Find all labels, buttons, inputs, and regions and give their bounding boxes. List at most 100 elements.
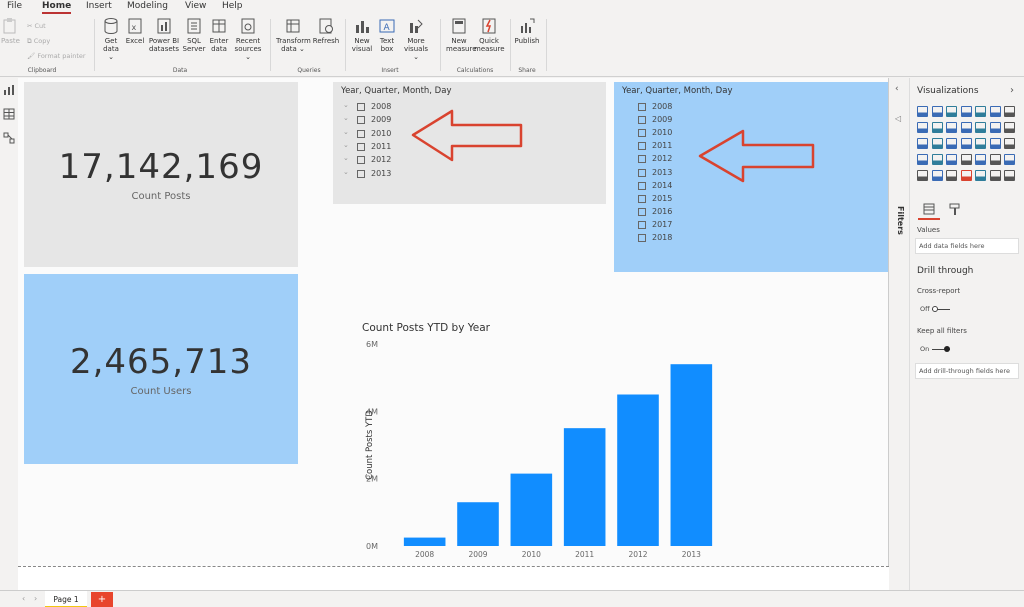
copy-button[interactable]: ⧉ Copy bbox=[27, 37, 50, 46]
recent-sources-button[interactable]: Recent sources ⌄ bbox=[233, 17, 263, 61]
checkbox[interactable] bbox=[357, 156, 365, 165]
filters-pane-collapsed[interactable]: ‹ ◁ Filters bbox=[889, 78, 910, 590]
line-clustered-icon[interactable] bbox=[960, 122, 972, 133]
100-bar-icon[interactable] bbox=[975, 106, 986, 117]
transform-data-button[interactable]: Transform data ⌄ bbox=[276, 17, 311, 53]
100-column-icon[interactable] bbox=[989, 106, 1001, 117]
power-bi-datasets-button[interactable]: Power BI datasets bbox=[148, 17, 180, 53]
cut-button[interactable]: ✂ Cut bbox=[27, 22, 46, 30]
format-roller-icon[interactable] bbox=[948, 202, 962, 216]
quick-measure-button[interactable]: Quick measure bbox=[474, 17, 505, 53]
stacked-bar-icon[interactable] bbox=[917, 106, 928, 117]
checkbox[interactable] bbox=[638, 155, 646, 164]
new-visual-button[interactable]: New visual bbox=[350, 17, 374, 53]
python-visual-icon[interactable] bbox=[931, 170, 943, 181]
checkbox[interactable] bbox=[638, 103, 646, 111]
chevron-left-icon[interactable]: ‹ bbox=[895, 84, 899, 94]
gauge-icon[interactable] bbox=[917, 154, 928, 165]
table-icon[interactable] bbox=[989, 154, 1001, 165]
bar-2010[interactable] bbox=[510, 473, 553, 546]
slicer-icon[interactable] bbox=[975, 154, 986, 165]
chevron-right-icon[interactable]: › bbox=[1010, 85, 1014, 96]
refresh-button[interactable]: Refresh bbox=[312, 17, 340, 45]
menu-help[interactable]: Help bbox=[222, 1, 243, 11]
page-tab[interactable]: Page 1 bbox=[45, 591, 87, 607]
menu-modeling[interactable]: Modeling bbox=[127, 1, 168, 11]
enter-data-button[interactable]: Enter data bbox=[208, 17, 230, 53]
prev-page-icon[interactable]: ‹ bbox=[22, 594, 25, 603]
map-icon[interactable] bbox=[960, 138, 972, 149]
chevron-down-icon[interactable]: ⌄ bbox=[343, 154, 349, 162]
donut-chart-icon[interactable] bbox=[931, 138, 943, 149]
checkbox[interactable] bbox=[638, 207, 646, 216]
paste-button[interactable]: Paste bbox=[1, 17, 20, 45]
checkbox[interactable] bbox=[638, 234, 646, 242]
chevron-down-icon[interactable]: ⌄ bbox=[343, 168, 349, 176]
key-influencers-icon[interactable] bbox=[946, 170, 957, 181]
data-view-icon[interactable] bbox=[3, 108, 15, 120]
shape-map-icon[interactable] bbox=[989, 138, 1001, 149]
values-field-well[interactable]: Add data fields here bbox=[915, 238, 1019, 254]
menu-insert[interactable]: Insert bbox=[86, 1, 112, 11]
bar-2009[interactable] bbox=[457, 502, 499, 546]
checkbox[interactable] bbox=[357, 129, 365, 138]
drill-through-field-well[interactable]: Add drill-through fields here bbox=[915, 363, 1019, 379]
cross-report-toggle[interactable]: Off bbox=[920, 305, 930, 313]
text-box-button[interactable]: A Text box bbox=[376, 17, 398, 53]
smart-narrative-icon[interactable] bbox=[989, 170, 1001, 181]
more-icon[interactable] bbox=[1004, 170, 1015, 181]
count-users-card[interactable]: 2,465,713 Count Users bbox=[24, 274, 298, 464]
qa-icon[interactable] bbox=[975, 170, 986, 181]
decomposition-tree-icon[interactable] bbox=[960, 170, 972, 181]
menu-home[interactable]: Home bbox=[42, 1, 72, 14]
chevron-down-icon[interactable]: ⌄ bbox=[343, 141, 349, 149]
checkbox[interactable] bbox=[638, 220, 646, 229]
count-posts-ytd-chart[interactable]: Count Posts YTD by Year 0M 2M 4M 6M Count Po… bbox=[348, 318, 718, 558]
keep-all-filters-toggle[interactable]: On bbox=[920, 345, 929, 353]
clustered-bar-icon[interactable] bbox=[946, 106, 957, 117]
pie-chart-icon[interactable] bbox=[917, 138, 928, 149]
menu-file[interactable]: File bbox=[7, 1, 22, 11]
line-chart-icon[interactable] bbox=[1004, 106, 1015, 117]
checkbox[interactable] bbox=[638, 168, 646, 177]
checkbox[interactable] bbox=[357, 142, 365, 151]
filled-map-icon[interactable] bbox=[975, 138, 986, 149]
scatter-icon[interactable] bbox=[1004, 122, 1015, 133]
checkbox[interactable] bbox=[638, 129, 646, 138]
kpi-icon[interactable] bbox=[960, 154, 972, 165]
get-data-button[interactable]: Get data ⌄ bbox=[101, 17, 121, 61]
area-chart-icon[interactable] bbox=[917, 122, 928, 133]
fields-tab-icon[interactable] bbox=[922, 202, 936, 216]
stacked-area-icon[interactable] bbox=[931, 122, 943, 133]
bar-2008[interactable] bbox=[403, 537, 446, 546]
multi-row-card-icon[interactable] bbox=[946, 154, 957, 165]
r-visual-icon[interactable] bbox=[917, 170, 928, 181]
model-view-icon[interactable] bbox=[3, 132, 15, 144]
clustered-column-icon[interactable] bbox=[960, 106, 972, 117]
checkbox[interactable] bbox=[638, 142, 646, 151]
funnel-icon[interactable] bbox=[1004, 138, 1015, 149]
treemap-icon[interactable] bbox=[946, 138, 957, 149]
bar-2013[interactable] bbox=[670, 364, 713, 546]
more-visuals-button[interactable]: More visuals ⌄ bbox=[401, 17, 431, 61]
bar-2012[interactable] bbox=[617, 394, 659, 547]
checkbox[interactable] bbox=[638, 181, 646, 190]
add-page-button[interactable]: + bbox=[91, 592, 113, 607]
waterfall-icon[interactable] bbox=[989, 122, 1001, 133]
ribbon-chart-icon[interactable] bbox=[975, 122, 986, 133]
line-column-icon[interactable] bbox=[946, 122, 957, 133]
new-measure-button[interactable]: New measure bbox=[446, 17, 477, 53]
card-icon[interactable] bbox=[931, 154, 943, 165]
excel-button[interactable]: x Excel bbox=[125, 17, 145, 45]
matrix-icon[interactable] bbox=[1004, 154, 1015, 165]
count-posts-card[interactable]: 17,142,169 Count Posts bbox=[24, 82, 298, 267]
chevron-down-icon[interactable]: ⌄ bbox=[343, 101, 349, 109]
checkbox[interactable] bbox=[357, 116, 365, 125]
checkbox[interactable] bbox=[638, 194, 646, 203]
menu-view[interactable]: View bbox=[185, 1, 206, 11]
checkbox[interactable] bbox=[638, 116, 646, 125]
stacked-column-icon[interactable] bbox=[931, 106, 943, 117]
format-painter-button[interactable]: 🖌 Format painter bbox=[27, 52, 86, 60]
bar-2011[interactable] bbox=[563, 428, 606, 546]
checkbox[interactable] bbox=[357, 103, 365, 111]
